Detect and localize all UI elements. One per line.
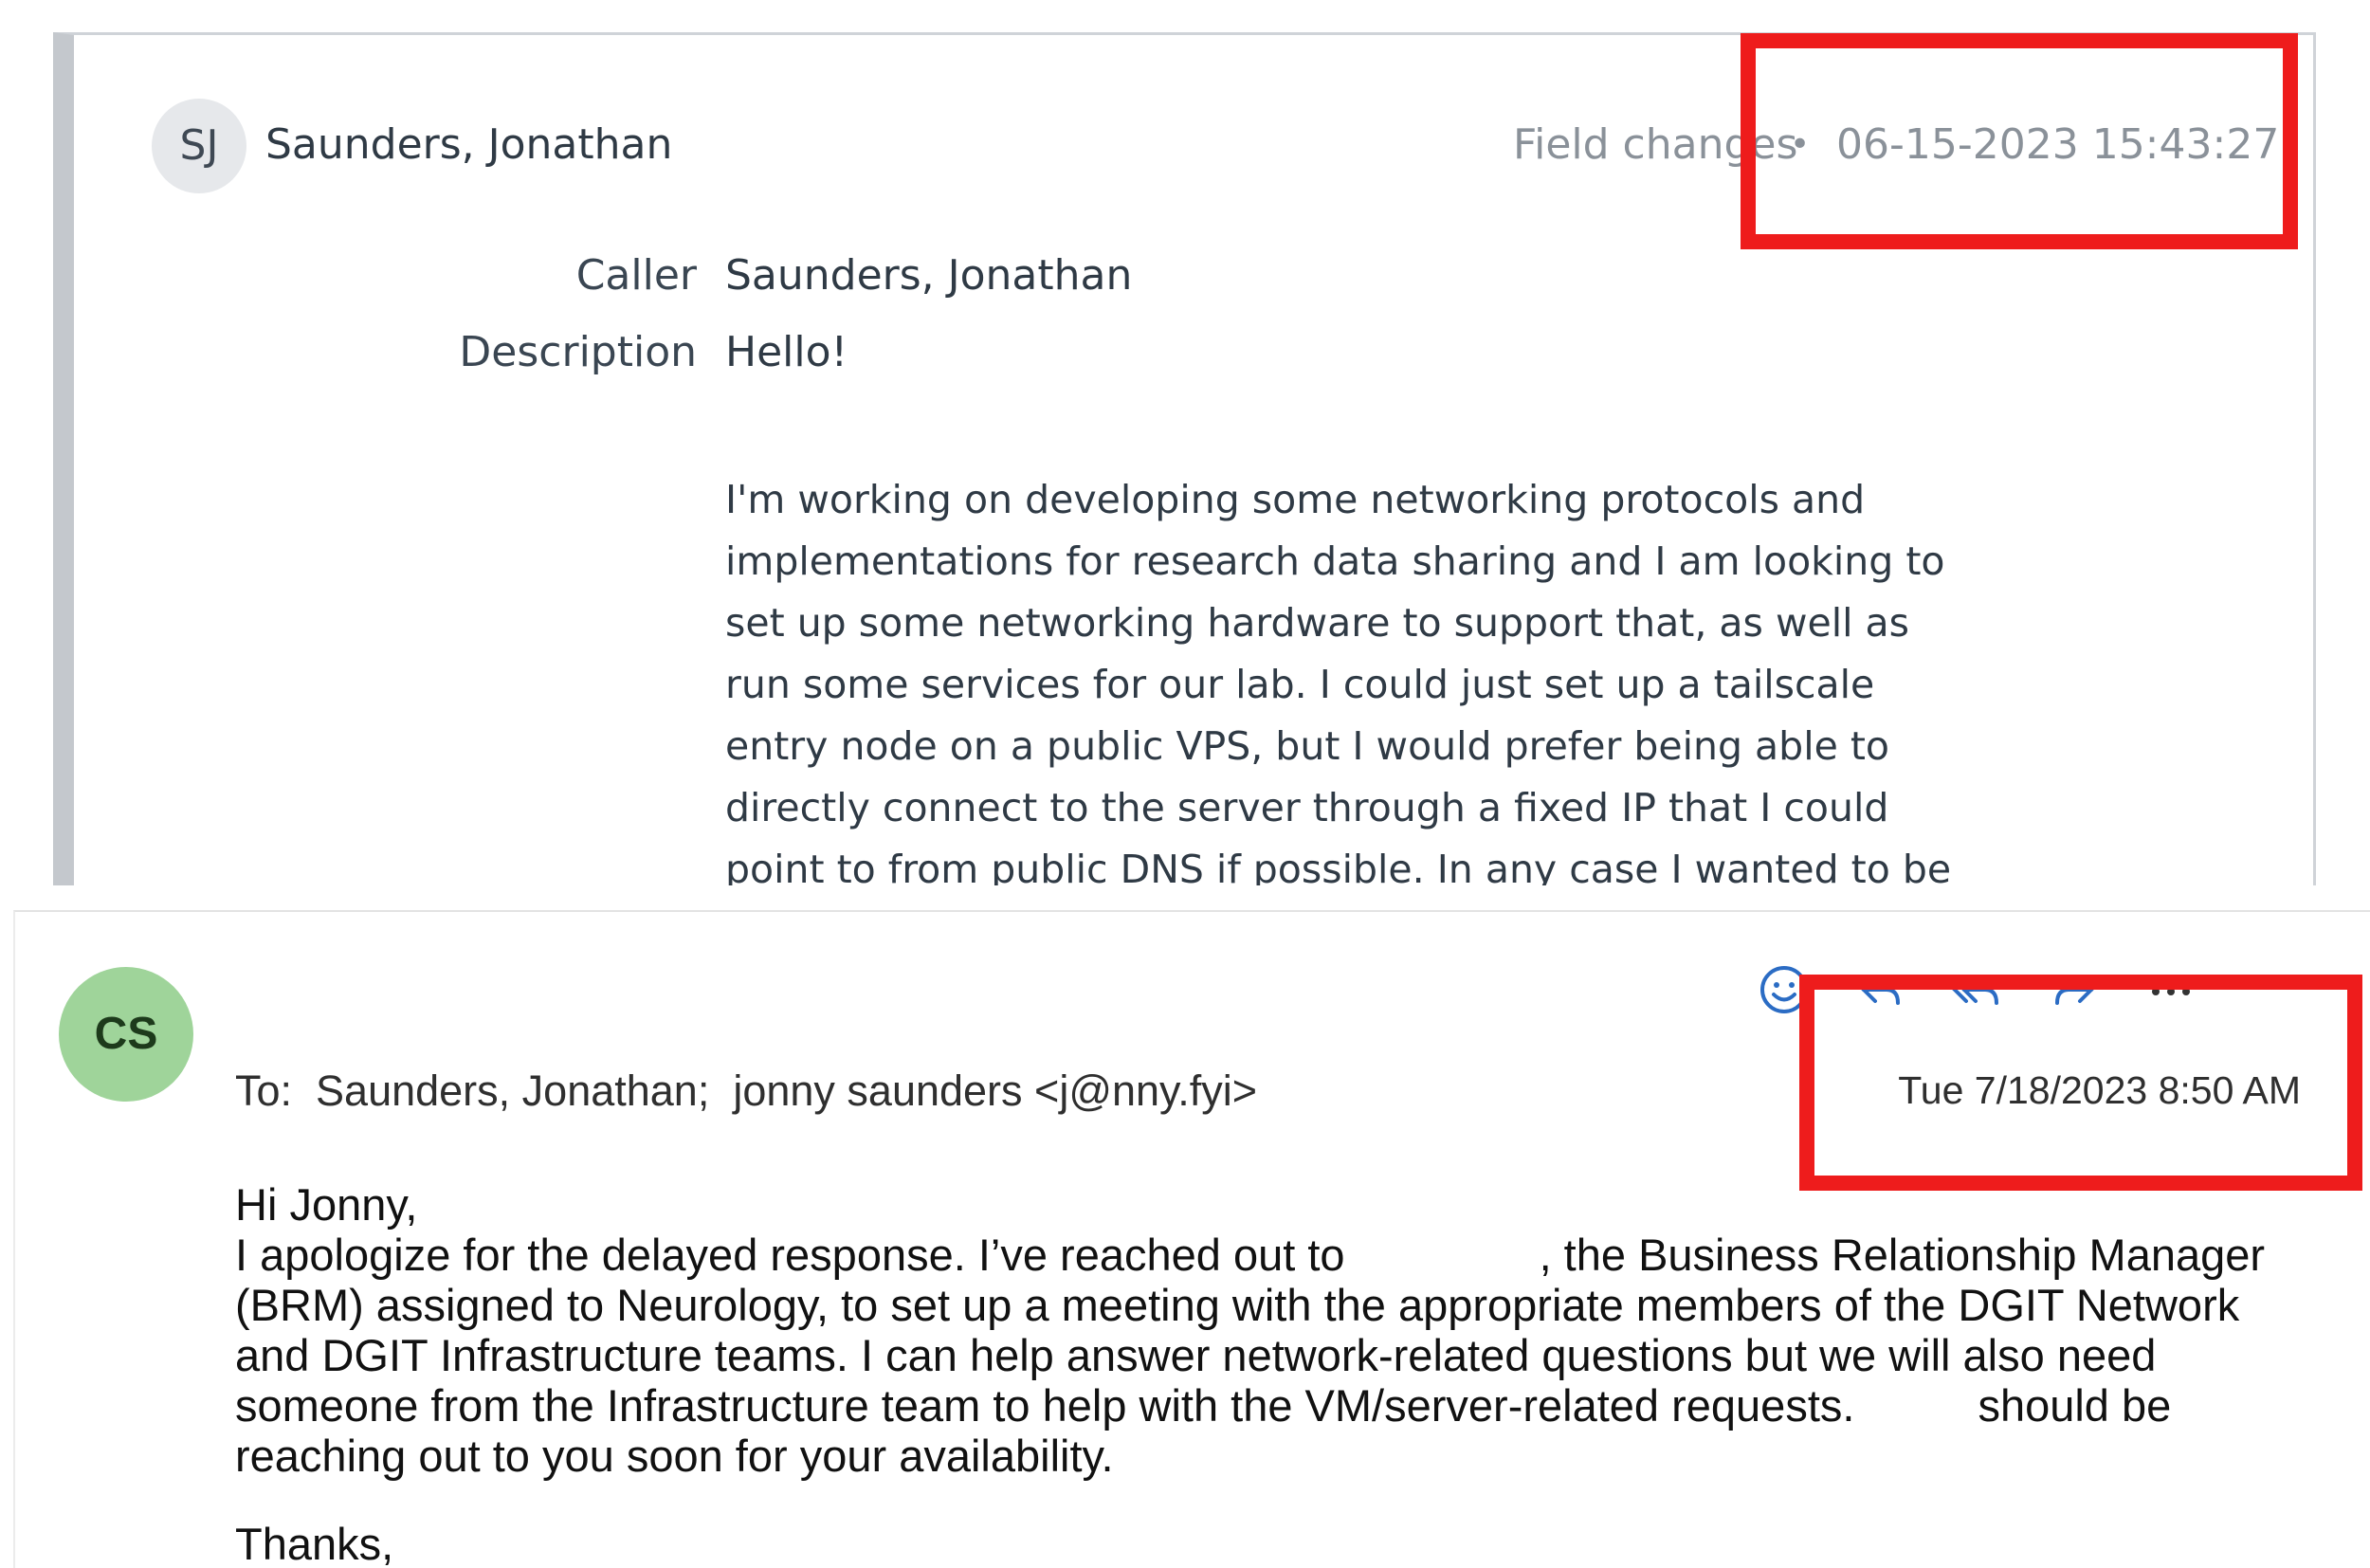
field-value-description: Hello! xyxy=(725,328,848,376)
email-body: I apologize for the delayed response. I’… xyxy=(235,1230,2321,1481)
avatar: SJ xyxy=(152,99,246,193)
timestamp-highlight-box xyxy=(1741,33,2298,249)
email-greeting: Hi Jonny, xyxy=(235,1179,418,1230)
field-label-caller: Caller xyxy=(575,251,697,300)
avatar: CS xyxy=(59,967,193,1102)
field-value-caller: Saunders, Jonathan xyxy=(725,251,1133,300)
email-signoff: Thanks, xyxy=(235,1519,394,1568)
timestamp-highlight-box xyxy=(1799,975,2362,1191)
description-body: I'm working on developing some networkin… xyxy=(725,477,1952,885)
recipients-line: To: Saunders, Jonathan; jonny saunders <… xyxy=(235,1067,1258,1115)
author-name[interactable]: Saunders, Jonathan xyxy=(265,124,672,166)
email-body-part1: I apologize for the delayed response. I’… xyxy=(235,1230,1345,1280)
field-label-description: Description xyxy=(459,328,697,376)
